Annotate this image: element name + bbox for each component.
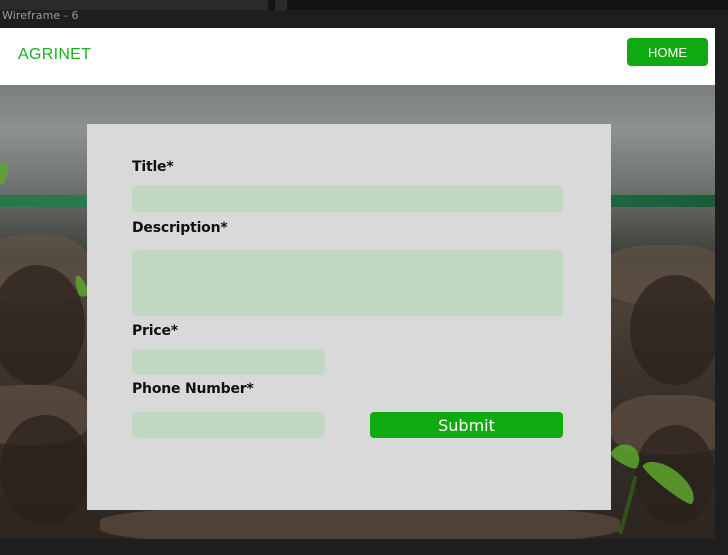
price-input[interactable] — [132, 349, 325, 375]
soil-cell — [0, 415, 90, 525]
submit-button[interactable]: Submit — [370, 412, 563, 438]
description-label: Description* — [132, 220, 228, 236]
price-label: Price* — [132, 323, 178, 339]
wireframe-frame: AGRINET HOME Title* Description* Price* … — [0, 28, 715, 539]
home-button[interactable]: HOME — [627, 38, 708, 66]
seedling-leaf — [0, 160, 12, 186]
editor-bottom-strip — [0, 539, 728, 555]
editor-top-panel-small — [275, 0, 287, 10]
brand-logo[interactable]: AGRINET — [18, 46, 91, 64]
phone-number-input[interactable] — [132, 412, 325, 438]
phone-number-label: Phone Number* — [132, 381, 254, 397]
navbar: AGRINET HOME — [0, 28, 715, 85]
title-input[interactable] — [132, 185, 563, 212]
frame-label[interactable]: Wireframe - 6 — [2, 9, 79, 22]
title-label: Title* — [132, 159, 174, 175]
soil-cell — [630, 275, 715, 385]
description-textarea[interactable] — [132, 250, 563, 316]
editor-top-strip — [0, 0, 728, 10]
listing-form-card: Title* Description* Price* Phone Number*… — [87, 124, 611, 510]
seedling-stem — [618, 475, 638, 535]
tray-ridge — [100, 505, 620, 539]
